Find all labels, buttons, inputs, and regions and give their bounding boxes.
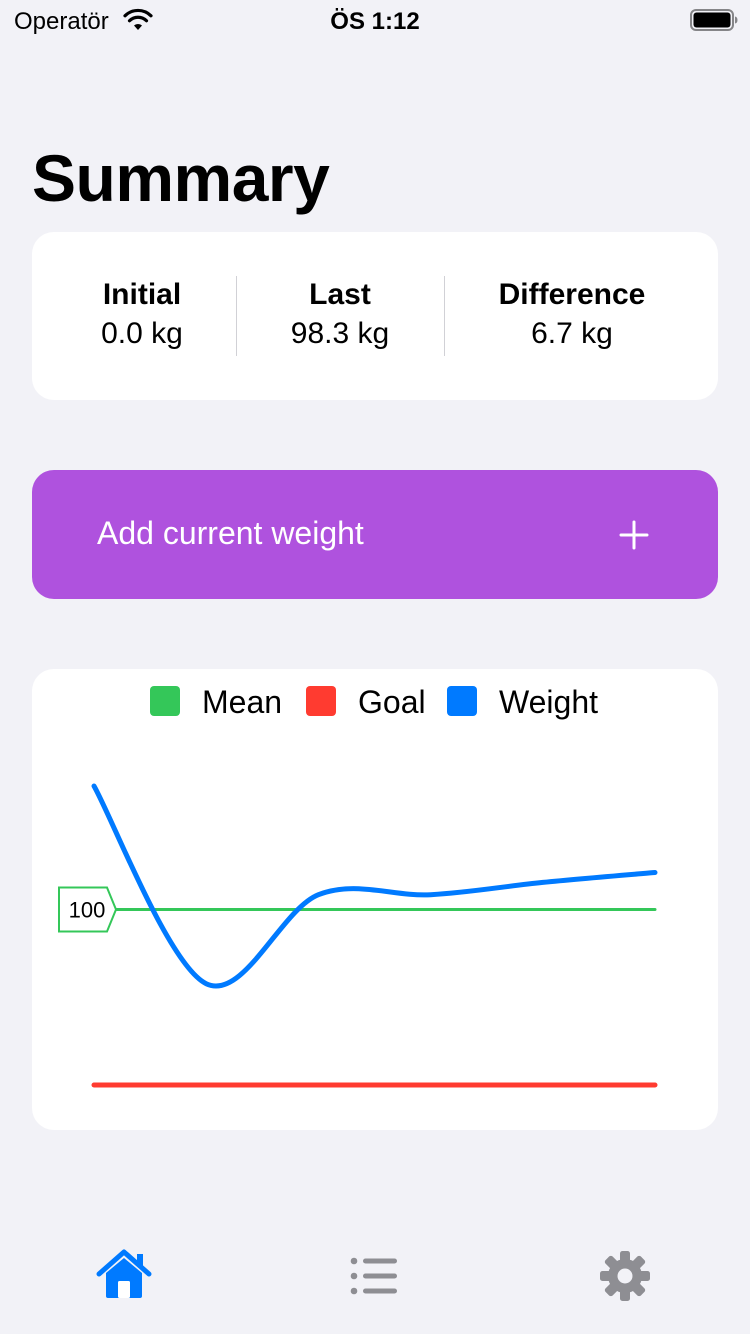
status-time: ÖS 1:12 [330,8,420,35]
list-icon [350,1257,397,1295]
summary-screen: Operatör ÖS 1:12 Summary Initial 0.0 kg … [0,0,750,1334]
add-weight-label: Add current weight [97,515,364,551]
series-line-weight [91,783,658,989]
stat-last-label: Last [309,278,371,311]
add-weight-button[interactable]: Add current weight [32,470,718,599]
tab-settings[interactable] [595,1246,655,1306]
carrier-name: Operatör [14,8,109,35]
page-title: Summary [32,141,330,215]
stat-initial-value: 0.0 kg [101,317,183,350]
stat-initial: Initial 0.0 kg [32,276,252,354]
summary-card: Initial 0.0 kg Last 98.3 kg Difference 6… [32,232,718,400]
stat-difference-value: 6.7 kg [531,317,613,350]
weight-chart-card: Mean Goal Weight 100 [32,669,718,1130]
battery-icon [690,9,738,31]
gear-icon [600,1251,650,1301]
stat-initial-label: Initial [102,278,182,311]
house-icon [96,1249,152,1298]
stat-difference-label: Difference [498,278,646,311]
tab-home[interactable] [94,1246,154,1306]
tab-list[interactable] [344,1246,404,1306]
mean-value-tag: 100 [58,886,118,933]
stat-last: Last 98.3 kg [237,276,443,354]
wifi-icon [123,8,153,30]
stat-difference: Difference 6.7 kg [444,276,700,354]
mean-value-label: 100 [69,898,106,923]
tab-bar [0,1228,750,1334]
plus-icon [619,520,649,550]
weight-line-chart: 100 [58,783,658,1088]
stat-last-value: 98.3 kg [290,317,390,350]
status-bar: Operatör ÖS 1:12 [0,0,750,40]
